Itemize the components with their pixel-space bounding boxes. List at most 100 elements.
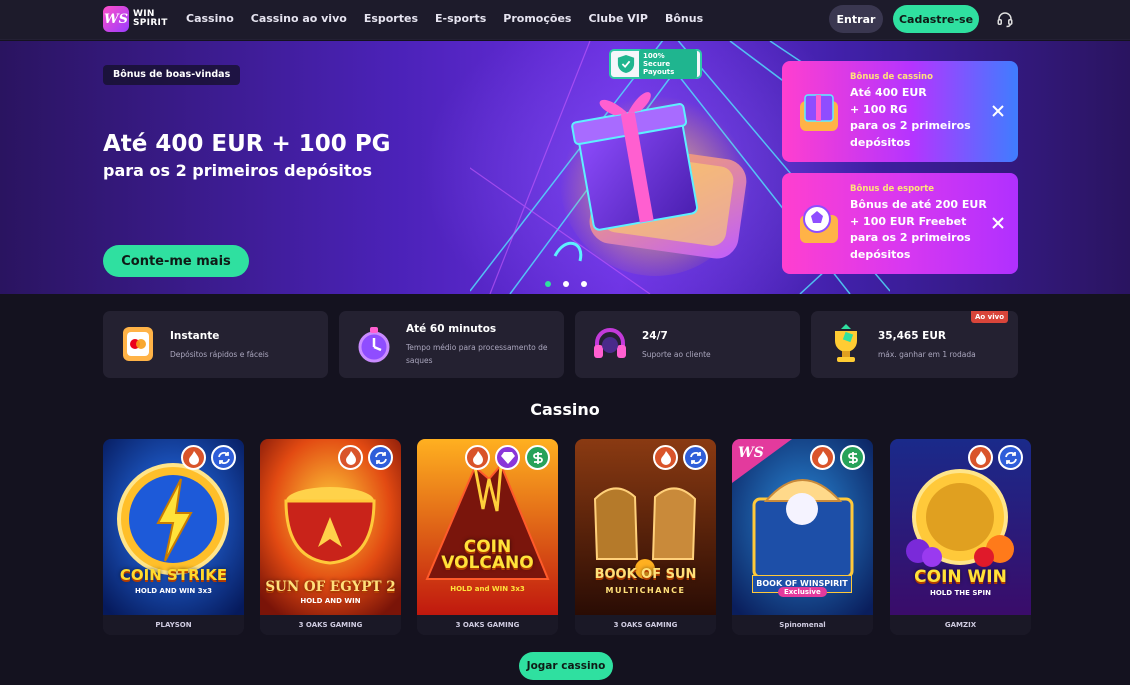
shield-icon (617, 55, 635, 73)
fire-icon (465, 445, 490, 470)
close-icon[interactable] (992, 217, 1004, 229)
nav-bonus[interactable]: Bônus (665, 12, 703, 25)
headset-icon (594, 328, 626, 358)
hero-banner: Bônus de boas-vindas Até 400 EUR + 100 P… (0, 41, 1130, 294)
game-subtitle: MULTICHANCE (605, 586, 686, 595)
slider-dot-2[interactable] (563, 281, 569, 287)
welcome-bonus-tag: Bônus de boas-vindas (103, 65, 241, 85)
game-provider: PLAYSON (103, 615, 244, 635)
nav-clube-vip[interactable]: Clube VIP (588, 12, 648, 25)
casino-bonus-card[interactable]: Bônus de cassino Até 400 EUR + 100 RG pa… (782, 61, 1018, 162)
game-card-coin-strike[interactable]: COIN STRIKE HOLD AND WIN 3x3 PLAYSON (103, 439, 244, 635)
logo-line-2: SPIRIT (133, 18, 168, 28)
fire-icon (338, 445, 363, 470)
game-card-book-of-sun[interactable]: BOOK OF SUN MULTICHANCE 3 OAKS GAMING (575, 439, 716, 635)
slider-dots (545, 281, 587, 287)
game-title: SUN OF EGYPT 2 (265, 579, 396, 595)
secure-payouts-badge: 100% Secure Payouts (609, 49, 702, 79)
game-badges (968, 445, 1023, 470)
logo-text: WIN SPIRIT (133, 10, 168, 28)
top-header: WS WIN SPIRIT Cassino Cassino ao vivo Es… (0, 0, 1130, 40)
feature-title: Até 60 minutos (406, 323, 497, 335)
game-subtitle: HOLD THE SPIN (929, 589, 991, 597)
sync-icon (998, 445, 1023, 470)
fire-icon (653, 445, 678, 470)
diamond-icon (495, 445, 520, 470)
feature-title: 35,465 EUR (878, 330, 946, 342)
sync-icon (368, 445, 393, 470)
stopwatch-icon (358, 327, 390, 363)
fire-icon (181, 445, 206, 470)
game-badges (338, 445, 393, 470)
game-badges (465, 445, 550, 470)
learn-more-button[interactable]: Conte-me mais (103, 245, 249, 277)
card-icon (123, 327, 153, 361)
game-card-sun-of-egypt-2[interactable]: SUN OF EGYPT 2 HOLD AND WIN 3 OAKS GAMIN… (260, 439, 401, 635)
casino-bonus-label: Bônus de cassino (850, 72, 933, 82)
feature-withdrawal: Até 60 minutos Tempo médio para processa… (339, 311, 564, 378)
nav-promocoes[interactable]: Promoções (503, 12, 571, 25)
logo-mark: WS (103, 6, 129, 32)
game-title: COIN STRIKE (119, 566, 228, 584)
feature-subtitle: Tempo médio para processamento de saques (406, 343, 548, 365)
slider-dot-3[interactable] (581, 281, 587, 287)
game-provider: 3 OAKS GAMING (417, 615, 558, 635)
sync-icon (683, 445, 708, 470)
game-provider: GAMZIX (890, 615, 1031, 635)
game-title: COIN VOLCANO (441, 537, 534, 573)
nav-e-sports[interactable]: E-sports (435, 12, 486, 25)
game-provider: 3 OAKS GAMING (575, 615, 716, 635)
close-icon[interactable] (992, 105, 1004, 117)
nav-cassino[interactable]: Cassino (186, 12, 234, 25)
hero-subtitle: para os 2 primeiros depósitos (103, 161, 373, 180)
feature-subtitle: Depósitos rápidos e fáceis (170, 350, 269, 359)
game-badges (653, 445, 708, 470)
main-nav: Cassino Cassino ao vivo Esportes E-sport… (186, 12, 703, 25)
exclusive-badge: Exclusive (778, 587, 827, 597)
game-subtitle: HOLD AND WIN 3x3 (135, 587, 212, 595)
game-card-coin-win[interactable]: COIN WIN HOLD THE SPIN GAMZIX (890, 439, 1031, 635)
login-button[interactable]: Entrar (829, 5, 883, 33)
nav-cassino-ao-vivo[interactable]: Cassino ao vivo (251, 12, 347, 25)
sync-icon (211, 445, 236, 470)
slider-dot-1[interactable] (545, 281, 551, 287)
game-subtitle: HOLD and WIN 3x3 (450, 585, 525, 593)
game-subtitle: HOLD AND WIN (300, 597, 361, 605)
nav-esportes[interactable]: Esportes (364, 12, 418, 25)
feature-title: Instante (170, 330, 220, 342)
dollar-icon (840, 445, 865, 470)
fire-icon (968, 445, 993, 470)
sport-bonus-text: Bônus de até 200 EUR + 100 EUR Freebet p… (850, 198, 987, 261)
casino-gift-icon (800, 94, 838, 131)
feature-subtitle: Suporte ao cliente (642, 350, 711, 359)
feature-instant: Instante Depósitos rápidos e fáceis (103, 311, 328, 378)
feature-subtitle: máx. ganhar em 1 rodada (878, 350, 976, 359)
casino-bonus-text: Até 400 EUR + 100 RG para os 2 primeiros… (850, 86, 971, 149)
signup-button[interactable]: Cadastre-se (893, 5, 979, 33)
fire-icon (810, 445, 835, 470)
feature-max-win: 35,465 EUR máx. ganhar em 1 rodada Ao vi… (811, 311, 1018, 378)
hero-title: Até 400 EUR + 100 PG (103, 131, 391, 157)
game-badges (181, 445, 236, 470)
game-provider: 3 OAKS GAMING (260, 615, 401, 635)
feature-title: 24/7 (642, 330, 668, 342)
casino-section-title: Cassino (530, 400, 600, 419)
play-casino-button[interactable]: Jogar cassino (519, 652, 613, 680)
dollar-icon (525, 445, 550, 470)
secure-payouts-text: 100% Secure Payouts (639, 49, 697, 79)
feature-support: 24/7 Suporte ao cliente (575, 311, 800, 378)
sport-bonus-label: Bônus de esporte (850, 184, 935, 194)
game-card-book-of-winspirit[interactable]: WS BOOK OF WINSPIRIT Exclusive Spinomena… (732, 439, 873, 635)
live-tag: Ao vivo (971, 311, 1008, 323)
game-title: COIN WIN (914, 567, 1007, 587)
game-card-coin-volcano[interactable]: COIN VOLCANO HOLD and WIN 3x3 3 OAKS GAM… (417, 439, 558, 635)
game-title: BOOK OF SUN (594, 567, 697, 582)
headset-icon[interactable] (996, 10, 1014, 28)
logo[interactable]: WS WIN SPIRIT (103, 6, 168, 32)
sport-bonus-card[interactable]: Bônus de esporte Bônus de até 200 EUR + … (782, 173, 1018, 274)
sport-ball-icon (800, 205, 838, 243)
gift-box-illustration (553, 86, 750, 276)
game-badges (810, 445, 865, 470)
ws-logo-icon: WS (738, 445, 764, 461)
trophy-icon (835, 324, 857, 362)
